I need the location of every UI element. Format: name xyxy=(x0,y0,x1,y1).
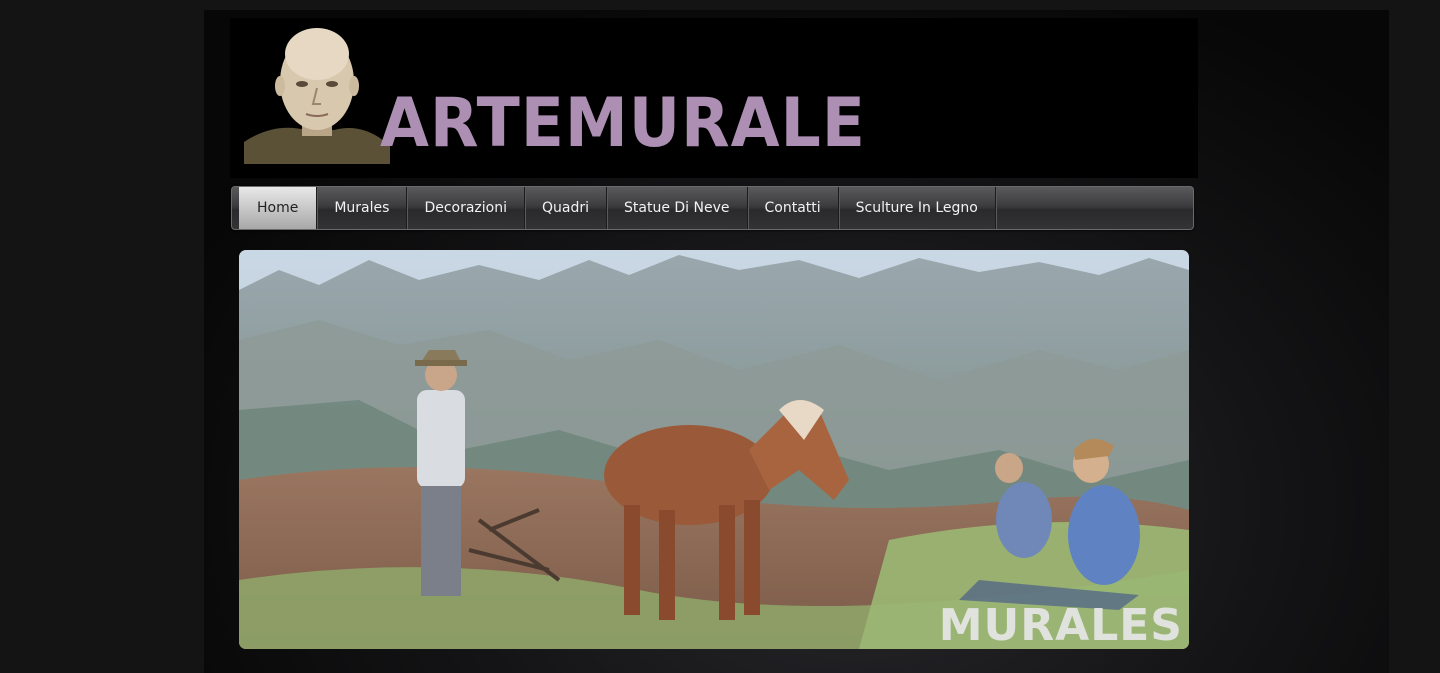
nav-item-decorazioni[interactable]: Decorazioni xyxy=(407,187,525,229)
artist-portrait xyxy=(244,22,390,164)
nav-item-quadri[interactable]: Quadri xyxy=(525,187,608,229)
hero-banner[interactable]: MURALES xyxy=(239,250,1189,649)
mural-painting-image xyxy=(239,250,1189,649)
nav-item-contatti[interactable]: Contatti xyxy=(748,187,839,229)
site-logo[interactable]: ARTEMURALE xyxy=(380,90,866,158)
nav-item-sculture-in-legno[interactable]: Sculture In Legno xyxy=(839,187,996,229)
main-nav: Home Murales Decorazioni Quadri Statue D… xyxy=(231,186,1194,230)
banner-caption: MURALES xyxy=(938,600,1183,649)
site-header: ARTEMURALE xyxy=(230,18,1198,178)
nav-item-statue-di-neve[interactable]: Statue Di Neve xyxy=(607,187,748,229)
nav-item-murales[interactable]: Murales xyxy=(317,187,408,229)
nav-item-home[interactable]: Home xyxy=(239,187,318,229)
